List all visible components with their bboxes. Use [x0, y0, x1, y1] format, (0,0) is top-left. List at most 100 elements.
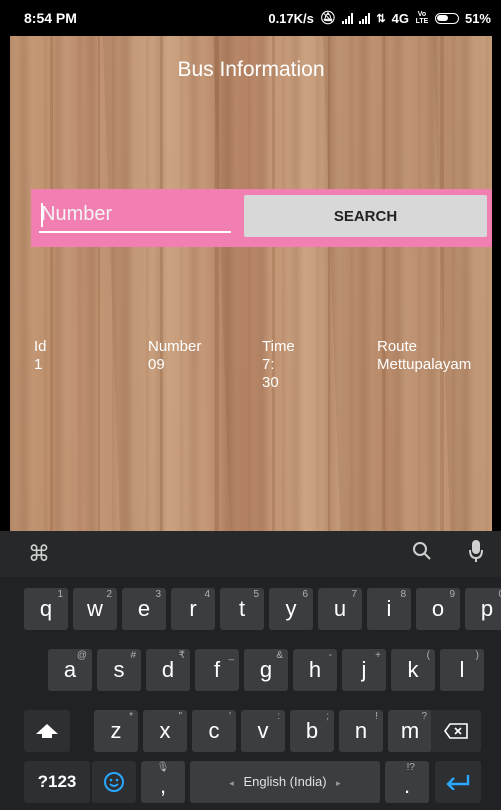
key-w-label: w [87, 596, 103, 621]
number-input[interactable] [39, 197, 231, 233]
search-bar: SEARCH [31, 189, 492, 247]
text-cursor [41, 203, 43, 227]
key-j-label: j [361, 657, 367, 682]
key-a-secondary: @ [76, 650, 87, 661]
key-f-label: f [213, 657, 221, 682]
key-h-label: h [308, 657, 322, 682]
key-n[interactable]: ! n [339, 710, 383, 752]
key-e[interactable]: 3e [122, 588, 166, 630]
enter-key[interactable] [435, 761, 481, 803]
header-number: Number [148, 338, 202, 355]
key-y-label: y [285, 596, 297, 621]
key-b-label: b [305, 718, 319, 743]
key-q-secondary: 1 [57, 589, 63, 600]
data-transfer-icon: ⇅ [376, 12, 386, 25]
key-q[interactable]: 1q [24, 588, 68, 630]
key-k-label: k [407, 657, 419, 682]
status-time: 8:54 PM [24, 10, 77, 26]
network-type: 4G [391, 10, 409, 26]
chevron-left-icon: ◂ [229, 778, 234, 788]
key-w[interactable]: 2w [73, 588, 117, 630]
key-u[interactable]: 7u [318, 588, 362, 630]
key-m-secondary: ? [421, 711, 427, 722]
key-n-secondary: ! [375, 711, 378, 722]
key-s-secondary: # [130, 650, 136, 661]
key-v[interactable]: :v [241, 710, 285, 752]
shift-key[interactable] [24, 710, 70, 752]
key-d-label: d [161, 657, 175, 682]
column-route: Route Mettupalayam [377, 338, 477, 374]
key-j[interactable]: + j [342, 649, 386, 691]
mute-icon: 🔕︎ [319, 10, 337, 25]
key-t[interactable]: 5t [220, 588, 264, 630]
key-l[interactable]: ) l [440, 649, 484, 691]
key-u-secondary: 7 [351, 589, 357, 600]
key-q-label: q [39, 596, 53, 621]
key-s[interactable]: # s [97, 649, 141, 691]
keyboard-toolbar: ⌘ [0, 531, 501, 577]
key-u-label: u [333, 596, 347, 621]
key-x[interactable]: " x [143, 710, 187, 752]
key-c-secondary: ' [229, 711, 231, 722]
key-n-label: n [354, 718, 368, 743]
apps-icon[interactable]: ⌘ [28, 541, 50, 567]
comma-key[interactable]: 🎙︎ , [141, 761, 185, 803]
key-r-secondary: 4 [204, 589, 210, 600]
key-r-label: r [189, 596, 197, 621]
backspace-key[interactable] [431, 710, 481, 752]
period-key[interactable]: !? . [385, 761, 429, 803]
key-b[interactable]: ; b [290, 710, 334, 752]
key-g-secondary: & [276, 650, 283, 661]
key-k-secondary: ( [426, 650, 430, 661]
space-key[interactable]: ◂ English (India) ▸ [190, 761, 380, 803]
battery-icon [434, 12, 459, 24]
key-v-secondary: : [277, 711, 280, 722]
column-number: Number 09 [148, 338, 201, 374]
key-h-secondary: - [328, 650, 332, 661]
emoji-key[interactable] [92, 761, 136, 803]
signal-icon [342, 12, 354, 24]
header-route: Route [377, 338, 418, 355]
key-i[interactable]: 8i [367, 588, 411, 630]
key-s-label: s [113, 657, 125, 682]
key-y[interactable]: 6y [269, 588, 313, 630]
key-z-secondary: * [129, 711, 133, 722]
key-z[interactable]: * z [94, 710, 138, 752]
key-z-label: z [110, 718, 122, 743]
mic-icon[interactable] [468, 539, 484, 569]
key-g[interactable]: & g [244, 649, 288, 691]
space-label: English (India) [243, 774, 327, 789]
key-m-label: m [400, 718, 420, 743]
key-c-label: c [208, 718, 220, 743]
header-id: Id [34, 338, 47, 355]
page-title: Bus Information [177, 58, 325, 81]
symbols-key[interactable]: ?123 [24, 761, 90, 803]
comma-label: , [159, 773, 167, 798]
key-h[interactable]: -h [293, 649, 337, 691]
signal-icon-2 [359, 12, 371, 24]
header-time: Time [262, 338, 295, 355]
search-button[interactable]: SEARCH [244, 195, 487, 237]
key-p[interactable]: 0p [465, 588, 501, 630]
key-w-secondary: 2 [106, 589, 112, 600]
key-o[interactable]: 9o [416, 588, 460, 630]
key-p-label: p [480, 596, 494, 621]
key-m[interactable]: ? m [388, 710, 432, 752]
key-c[interactable]: ' c [192, 710, 236, 752]
key-y-secondary: 6 [302, 589, 308, 600]
key-o-secondary: 9 [449, 589, 455, 600]
key-f[interactable]: _ f [195, 649, 239, 691]
key-d[interactable]: ₹ d [146, 649, 190, 691]
key-r[interactable]: 4r [171, 588, 215, 630]
key-i-secondary: 8 [400, 589, 406, 600]
key-x-secondary: " [178, 711, 182, 722]
network-speed: 0.17K/s [268, 10, 314, 26]
status-indicators: 0.17K/s 🔕︎ ⇅ 4G Vo LTE 51% [268, 10, 491, 26]
battery-level: 51% [464, 10, 491, 26]
app-content: Bus Information SEARCH Id 1 Number 09 Ti… [10, 36, 492, 531]
chevron-right-icon: ▸ [336, 778, 341, 788]
key-k[interactable]: (k [391, 649, 435, 691]
key-a-label: a [63, 657, 77, 682]
key-a[interactable]: @ a [48, 649, 92, 691]
search-icon[interactable] [412, 541, 432, 567]
